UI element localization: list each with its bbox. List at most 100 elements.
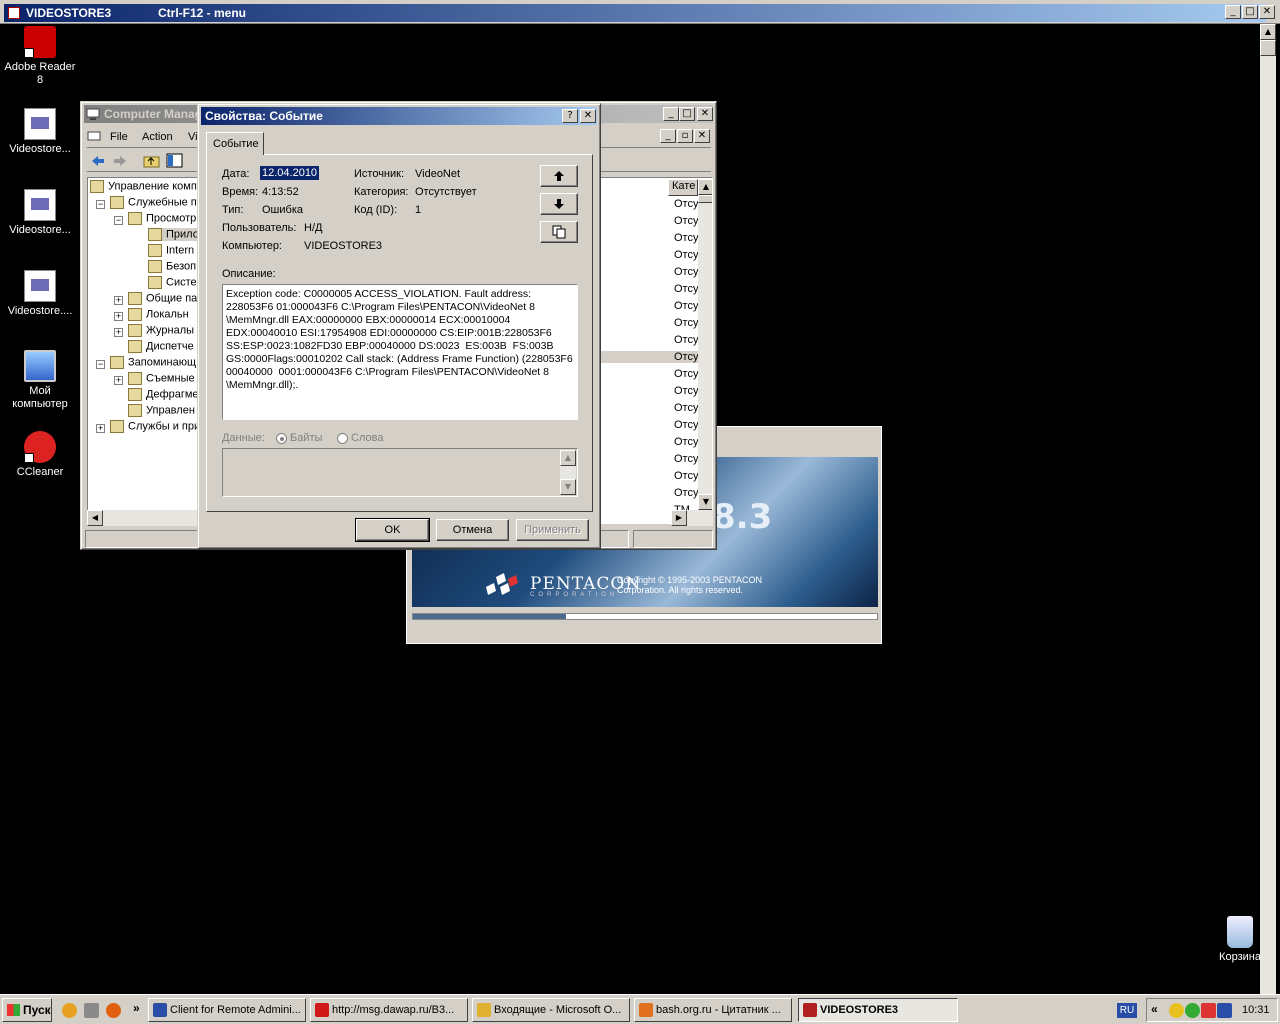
date-value[interactable]: 12.04.2010 bbox=[260, 166, 320, 180]
quicklaunch-more-icon[interactable]: » bbox=[133, 1001, 140, 1015]
words-radio[interactable]: Слова bbox=[337, 432, 383, 444]
scroll-left-arrow-icon[interactable]: ◀ bbox=[87, 510, 103, 526]
taskbar-button[interactable]: Входящие - Microsoft O... bbox=[472, 998, 630, 1022]
desktop-icon-videostore-1[interactable]: Videostore... bbox=[1, 108, 79, 156]
cancel-button[interactable]: Отмена bbox=[436, 519, 509, 541]
taskbar-button[interactable]: VIDEOSTORE3 bbox=[798, 998, 958, 1022]
tree-expand-icon[interactable]: + bbox=[96, 424, 105, 433]
scroll-thumb[interactable] bbox=[1260, 40, 1276, 56]
tray-icon[interactable] bbox=[1185, 1003, 1200, 1018]
scroll-up-arrow-icon[interactable]: ▲ bbox=[698, 179, 712, 195]
scroll-down-arrow-icon[interactable]: ▼ bbox=[698, 494, 712, 510]
tray-icon[interactable] bbox=[1169, 1003, 1184, 1018]
dialog-close-button[interactable]: ✕ bbox=[580, 109, 596, 123]
cm-child-close-button[interactable]: ✕ bbox=[694, 129, 710, 143]
tree-item[interactable]: Запоминающ bbox=[110, 356, 196, 369]
table-row[interactable]: Отсу bbox=[674, 402, 698, 414]
tree-collapse-icon[interactable]: − bbox=[96, 360, 105, 369]
back-arrow-icon[interactable] bbox=[90, 154, 106, 168]
scroll-up-arrow-icon[interactable]: ▲ bbox=[1260, 24, 1276, 40]
desktop-icon-videostore-2[interactable]: Videostore... bbox=[1, 189, 79, 237]
language-indicator[interactable]: RU bbox=[1117, 1003, 1137, 1018]
quicklaunch-desktop-icon[interactable] bbox=[84, 1003, 99, 1018]
copy-event-button[interactable] bbox=[540, 221, 578, 243]
rdp-window-titlebar[interactable]: VIDEOSTORE3 Ctrl-F12 - menu _ □ ✕ bbox=[0, 0, 1280, 24]
dialog-titlebar[interactable]: Свойства: Событие bbox=[201, 107, 597, 125]
rdp-minimize-button[interactable]: _ bbox=[1225, 5, 1241, 19]
previous-event-button[interactable] bbox=[540, 165, 578, 187]
tree-item[interactable]: Управление комп bbox=[90, 180, 197, 193]
taskbar-button[interactable]: bash.org.ru - Цитатник ... bbox=[634, 998, 792, 1022]
tree-collapse-icon[interactable]: − bbox=[96, 200, 105, 209]
description-text[interactable]: Exception code: C0000005 ACCESS_VIOLATIO… bbox=[222, 284, 578, 420]
menu-action[interactable]: Action bbox=[142, 131, 173, 143]
table-row[interactable]: Отсу bbox=[674, 453, 698, 465]
table-row[interactable]: Отсу bbox=[674, 368, 698, 380]
desktop-icon-my-computer[interactable]: Мой компьютер bbox=[1, 350, 79, 411]
scroll-thumb[interactable] bbox=[698, 195, 712, 203]
show-hide-tree-icon[interactable] bbox=[166, 153, 184, 169]
table-row[interactable]: Отсу bbox=[674, 470, 698, 482]
tree-collapse-icon[interactable]: − bbox=[114, 216, 123, 225]
forward-arrow-icon[interactable] bbox=[112, 154, 128, 168]
table-row[interactable]: Отсу bbox=[674, 249, 698, 261]
menu-file[interactable]: File bbox=[110, 131, 128, 143]
quicklaunch-aim-icon[interactable] bbox=[62, 1003, 77, 1018]
tree-item[interactable]: Локальн bbox=[128, 308, 189, 321]
up-folder-icon[interactable] bbox=[143, 153, 161, 169]
rdp-close-button[interactable]: ✕ bbox=[1259, 5, 1275, 19]
table-row[interactable]: Отсу bbox=[674, 385, 698, 397]
column-header-category[interactable]: Кате bbox=[668, 179, 698, 196]
tree-expand-icon[interactable]: + bbox=[114, 376, 123, 385]
scroll-right-arrow-icon[interactable]: ▶ bbox=[671, 510, 687, 526]
apply-button[interactable]: Применить bbox=[516, 519, 589, 541]
table-row[interactable]: Отсу bbox=[674, 419, 698, 431]
next-event-button[interactable] bbox=[540, 193, 578, 215]
cm-tree-pane[interactable]: Управление комп − Служебные п − Просмотр… bbox=[87, 177, 199, 524]
rdp-vertical-scrollbar[interactable]: ▲ bbox=[1260, 24, 1276, 994]
tree-item[interactable]: Просмотр bbox=[128, 212, 196, 225]
table-row[interactable]: Отсу bbox=[674, 334, 698, 346]
tree-expand-icon[interactable]: + bbox=[114, 296, 123, 305]
table-row[interactable]: Отсу bbox=[674, 232, 698, 244]
tree-item[interactable]: Систе bbox=[148, 276, 197, 289]
list-horizontal-scrollbar[interactable]: ▶ bbox=[671, 510, 713, 526]
tree-item[interactable]: Съемные bbox=[128, 372, 195, 385]
tree-horizontal-scrollbar[interactable]: ◀ bbox=[87, 510, 199, 526]
dialog-help-button[interactable]: ? bbox=[562, 109, 578, 123]
desktop-icon-adobe-reader[interactable]: Adobe Reader 8 bbox=[1, 26, 79, 87]
table-row[interactable]: Отсу bbox=[674, 283, 698, 295]
tree-item-selected[interactable]: Прило bbox=[148, 228, 198, 241]
cm-maximize-button[interactable]: □ bbox=[679, 107, 695, 121]
ok-button[interactable]: OK bbox=[355, 518, 430, 542]
tree-expand-icon[interactable]: + bbox=[114, 312, 123, 321]
taskbar-button[interactable]: Client for Remote Admini... bbox=[148, 998, 306, 1022]
bytes-radio[interactable]: Байты bbox=[276, 432, 322, 444]
tree-item[interactable]: Управлен bbox=[128, 404, 195, 417]
cm-minimize-button[interactable]: _ bbox=[663, 107, 679, 121]
tree-item[interactable]: Общие па bbox=[128, 292, 197, 305]
tree-item[interactable]: Диспетче bbox=[128, 340, 194, 353]
tree-item[interactable]: Службы и при bbox=[110, 420, 198, 433]
list-vertical-scrollbar[interactable]: ▲ ▼ bbox=[698, 179, 712, 510]
rdp-maximize-button[interactable]: □ bbox=[1242, 5, 1258, 19]
start-button[interactable]: Пуск bbox=[2, 998, 52, 1022]
desktop-icon-recycle-bin[interactable]: Корзина bbox=[1201, 916, 1279, 964]
quicklaunch-firefox-icon[interactable] bbox=[106, 1003, 121, 1018]
tray-icon[interactable] bbox=[1217, 1003, 1232, 1018]
tray-expand-icon[interactable]: « bbox=[1151, 1002, 1158, 1016]
table-row[interactable]: Отсу bbox=[674, 215, 698, 227]
cm-child-minimize-button[interactable]: _ bbox=[660, 129, 676, 143]
taskbar-button[interactable]: http://msg.dawap.ru/B3... bbox=[310, 998, 468, 1022]
tray-icon[interactable] bbox=[1201, 1003, 1216, 1018]
table-row[interactable]: Отсу bbox=[674, 198, 698, 210]
table-row[interactable]: Отсу bbox=[674, 487, 698, 499]
table-row[interactable]: Отсу bbox=[674, 266, 698, 278]
scroll-up-arrow-icon[interactable]: ▲ bbox=[560, 450, 576, 466]
tree-item[interactable]: Intern bbox=[148, 244, 194, 257]
table-row[interactable]: Отсу bbox=[674, 300, 698, 312]
cm-close-button[interactable]: ✕ bbox=[697, 107, 713, 121]
tree-item[interactable]: Журналы bbox=[128, 324, 194, 337]
data-scrollbar[interactable]: ▲ ▼ bbox=[560, 450, 576, 495]
tree-item[interactable]: Безоп bbox=[148, 260, 196, 273]
